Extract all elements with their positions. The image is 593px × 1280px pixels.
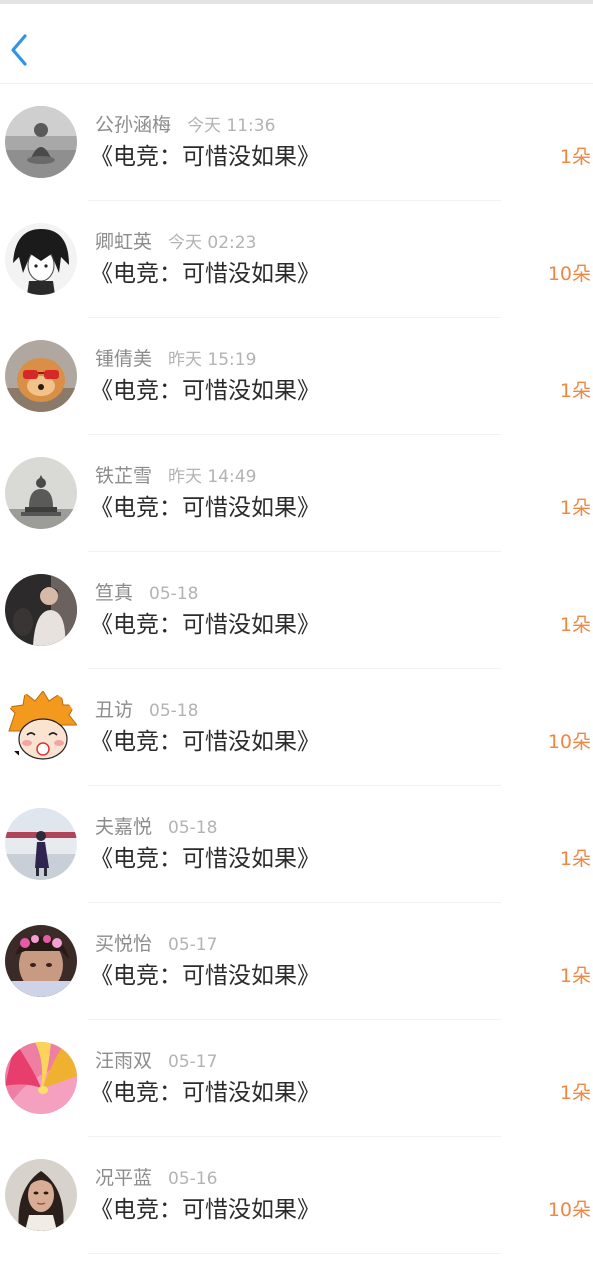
gift-title: 《电竞：可惜没如果》 (90, 495, 320, 521)
gift-count: 1朵 (559, 848, 591, 870)
list-item[interactable]: 丑访 05-18 《电竞：可惜没如果》 10朵 (0, 669, 593, 786)
user-name: 笪真 (95, 582, 134, 604)
list-item[interactable]: 铁芷雪 昨天 14:49 《电竞：可惜没如果》 1朵 (0, 435, 593, 552)
user-name: 汪雨双 (95, 1050, 153, 1072)
avatar[interactable] (5, 808, 77, 880)
timestamp: 今天 02:23 (168, 233, 257, 253)
avatar[interactable] (5, 1159, 77, 1231)
gift-title: 《电竞：可惜没如果》 (90, 378, 320, 404)
gift-count: 1朵 (559, 380, 591, 402)
gift-title: 《电竞：可惜没如果》 (90, 612, 320, 638)
gift-count: 1朵 (559, 497, 591, 519)
user-name: 公孙涵梅 (95, 114, 172, 136)
avatar[interactable] (5, 457, 77, 529)
navigation-bar (0, 4, 593, 84)
gift-count: 1朵 (559, 1082, 591, 1104)
list-item[interactable]: 买悦怡 05-17 《电竞：可惜没如果》 1朵 (0, 903, 593, 1020)
gift-count: 10朵 (547, 263, 591, 285)
list-item[interactable]: 夫嘉悦 05-18 《电竞：可惜没如果》 1朵 (0, 786, 593, 903)
list-item[interactable]: 笪真 05-18 《电竞：可惜没如果》 1朵 (0, 552, 593, 669)
user-name: 夫嘉悦 (95, 816, 153, 838)
list-item[interactable]: 况平蓝 05-16 《电竞：可惜没如果》 10朵 (0, 1137, 593, 1254)
avatar[interactable] (5, 340, 77, 412)
list-item[interactable]: 锺倩美 昨天 15:19 《电竞：可惜没如果》 1朵 (0, 318, 593, 435)
user-name: 况平蓝 (95, 1167, 153, 1189)
timestamp: 05-18 (149, 584, 199, 604)
avatar[interactable] (5, 691, 77, 763)
list-item[interactable]: 汪雨双 05-17 《电竞：可惜没如果》 1朵 (0, 1020, 593, 1137)
gift-title: 《电竞：可惜没如果》 (90, 1197, 320, 1223)
avatar[interactable] (5, 106, 77, 178)
gift-record-list: 公孙涵梅 今天 11:36 《电竞：可惜没如果》 1朵 卿虹英 今天 02:23 《… (0, 84, 593, 1254)
avatar[interactable] (5, 574, 77, 646)
gift-count: 10朵 (547, 1199, 591, 1221)
gift-count: 1朵 (559, 146, 591, 168)
timestamp: 05-18 (149, 701, 199, 721)
gift-title: 《电竞：可惜没如果》 (90, 846, 320, 872)
list-item[interactable]: 公孙涵梅 今天 11:36 《电竞：可惜没如果》 1朵 (0, 84, 593, 201)
avatar[interactable] (5, 1042, 77, 1114)
timestamp: 05-16 (168, 1169, 218, 1189)
chevron-left-icon (11, 34, 27, 66)
list-item[interactable]: 卿虹英 今天 02:23 《电竞：可惜没如果》 10朵 (0, 201, 593, 318)
gift-title: 《电竞：可惜没如果》 (90, 729, 320, 755)
timestamp: 昨天 15:19 (168, 350, 257, 370)
timestamp: 05-17 (168, 935, 218, 955)
user-name: 铁芷雪 (95, 465, 153, 487)
back-button[interactable] (4, 30, 38, 70)
gift-count: 1朵 (559, 614, 591, 636)
user-name: 买悦怡 (95, 933, 153, 955)
timestamp: 今天 11:36 (187, 116, 276, 136)
avatar[interactable] (5, 223, 77, 295)
timestamp: 昨天 14:49 (168, 467, 257, 487)
avatar[interactable] (5, 925, 77, 997)
timestamp: 05-18 (168, 818, 218, 838)
timestamp: 05-17 (168, 1052, 218, 1072)
gift-title: 《电竞：可惜没如果》 (90, 261, 320, 287)
gift-title: 《电竞：可惜没如果》 (90, 144, 320, 170)
user-name: 卿虹英 (95, 231, 153, 253)
user-name: 丑访 (95, 699, 134, 721)
gift-title: 《电竞：可惜没如果》 (90, 963, 320, 989)
gift-count: 1朵 (559, 965, 591, 987)
gift-title: 《电竞：可惜没如果》 (90, 1080, 320, 1106)
user-name: 锺倩美 (95, 348, 153, 370)
gift-count: 10朵 (547, 731, 591, 753)
